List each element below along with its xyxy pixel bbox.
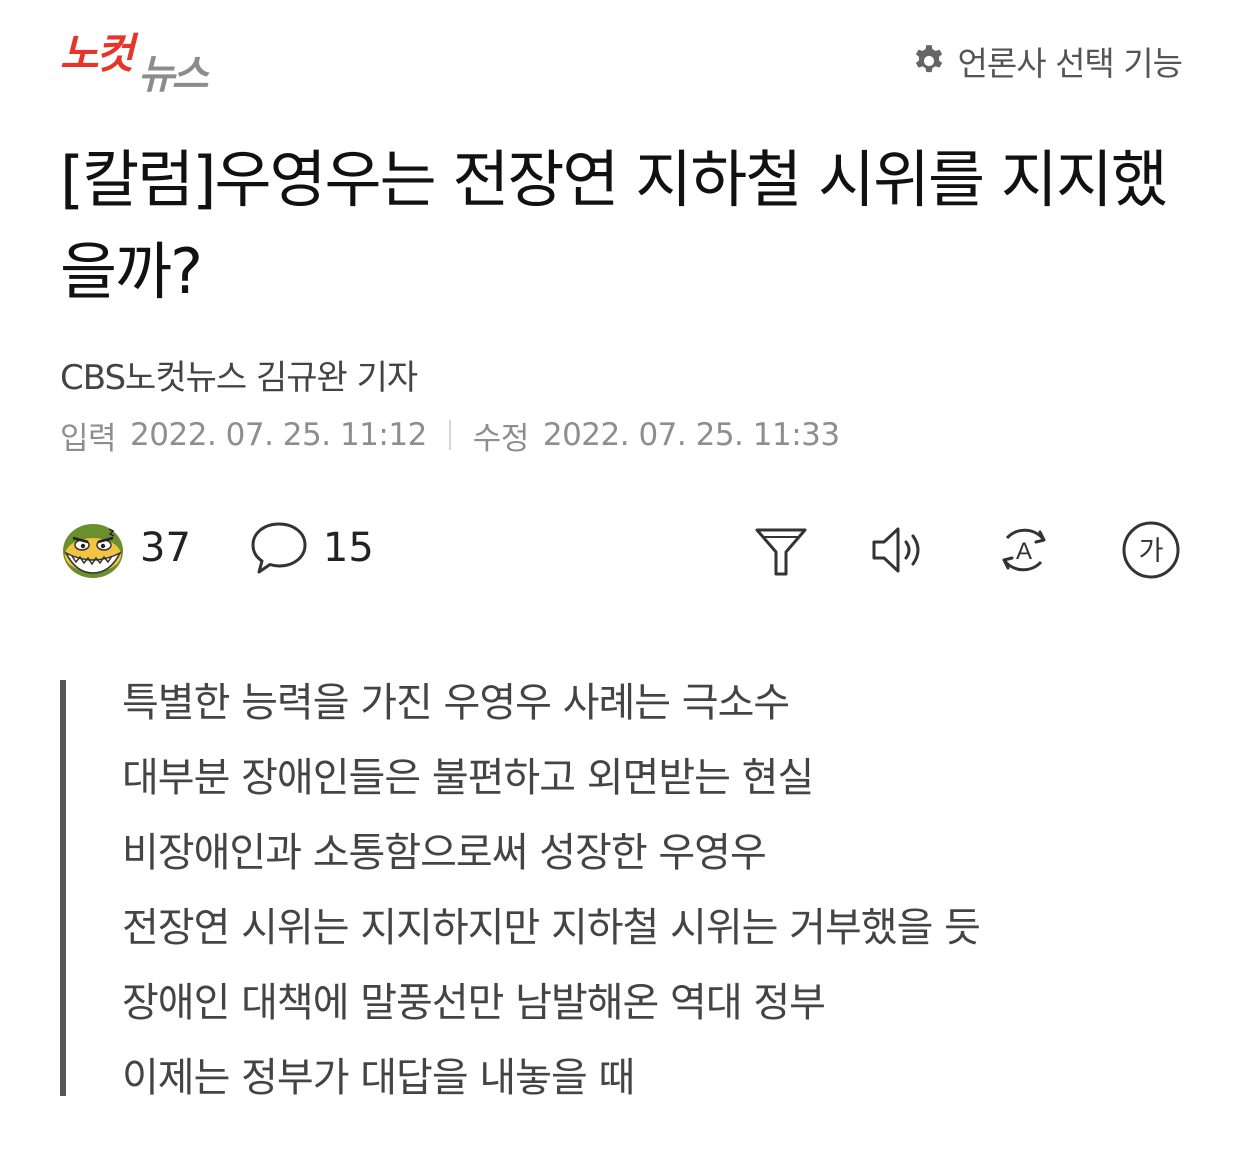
- press-select-label: 언론사 선택 기능: [957, 44, 1183, 83]
- logo-text-nocut: 노컷: [60, 29, 139, 78]
- article-tools: A 가: [0, 512, 1242, 584]
- logo-text-news: 뉴스: [138, 52, 211, 92]
- gear-icon: [915, 45, 942, 73]
- summary-line: 장애인 대책에 말풍선만 남발해온 역대 정부: [122, 980, 826, 1026]
- summary-line: 비장애인과 소통함으로써 성장한 우영우: [122, 830, 767, 876]
- summary-line: 전장연 시위는 지지하지만 지하철 시위는 거부했을 듯: [122, 905, 981, 951]
- date-divider: [448, 420, 451, 450]
- summary-line: 이제는 정부가 대답을 내놓을 때: [122, 1055, 635, 1101]
- article-summary: 특별한 능력을 가진 우영우 사례는 극소수 대부분 장애인들은 불편하고 외면…: [60, 680, 1190, 1101]
- nocutnews-logo[interactable]: 노컷 뉴스: [60, 26, 230, 92]
- modified-date-label: 수정: [472, 420, 530, 457]
- summary-line: 특별한 능력을 가진 우영우 사례는 극소수: [122, 680, 790, 726]
- article-dates: 입력 2022. 07. 25. 11:12 수정 2022. 07. 25. …: [60, 412, 840, 458]
- translate-label: A: [1016, 538, 1032, 565]
- font-size-icon[interactable]: 가: [1121, 520, 1181, 580]
- modified-date: 2022. 07. 25. 11:33: [542, 417, 840, 453]
- input-date-label: 입력: [60, 420, 117, 457]
- press-select-button[interactable]: 언론사 선택 기능: [910, 38, 1183, 84]
- filter-funnel-icon[interactable]: [751, 520, 811, 580]
- font-size-label: 가: [1139, 536, 1164, 567]
- byline[interactable]: CBS노컷뉴스 김규완 기자: [60, 350, 418, 399]
- speaker-icon[interactable]: [868, 520, 928, 580]
- summary-line: 대부분 장애인들은 불편하고 외면받는 현실: [122, 755, 814, 801]
- translate-icon[interactable]: A: [994, 520, 1054, 580]
- article-title: [칼럼]우영우는 전장연 지하철 시위를 지지했을까?: [60, 143, 1168, 308]
- input-date: 2022. 07. 25. 11:12: [130, 417, 427, 453]
